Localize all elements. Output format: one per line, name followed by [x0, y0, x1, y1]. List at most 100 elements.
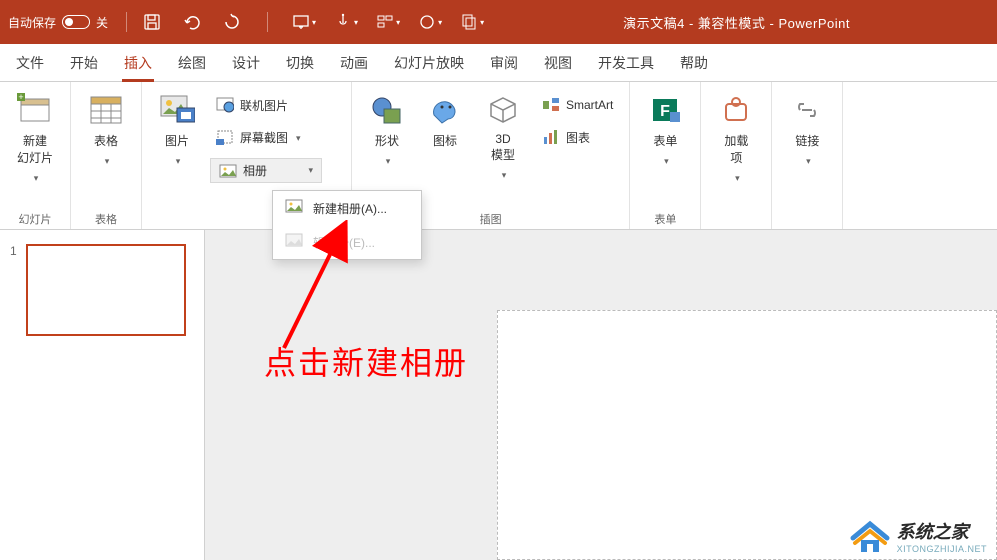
- screenshot-icon: [216, 128, 234, 146]
- qat-slideshow-button[interactable]: ▾: [292, 13, 316, 31]
- new-album-label: 新建相册(A)...: [313, 200, 387, 217]
- caret-down-icon: [733, 170, 740, 184]
- autosave-label: 自动保存: [8, 14, 56, 31]
- icons-button[interactable]: 图标: [420, 88, 470, 153]
- caret-down-icon: [500, 167, 507, 181]
- autosave-toggle[interactable]: 自动保存 关: [8, 14, 108, 31]
- tab-animations[interactable]: 动画: [338, 45, 370, 81]
- group-label: 表单: [640, 207, 690, 227]
- addins-icon: [718, 92, 754, 128]
- caret-down-icon: ▾: [438, 18, 442, 27]
- tab-slideshow[interactable]: 幻灯片放映: [392, 45, 466, 81]
- table-icon: [88, 92, 124, 128]
- form-icon: F: [647, 92, 683, 128]
- caret-down-icon: [804, 153, 811, 167]
- album-icon: [219, 164, 237, 178]
- tab-review[interactable]: 审阅: [488, 45, 520, 81]
- workspace: 1: [0, 230, 997, 560]
- ribbon: + 新建 幻灯片 幻灯片 表格 表格 图片: [0, 82, 997, 230]
- watermark-title: 系统之家: [897, 518, 987, 544]
- group-links: 链接: [772, 82, 843, 229]
- tab-insert[interactable]: 插入: [122, 45, 154, 81]
- caret-down-icon: [174, 153, 181, 167]
- window-title: 演示文稿4 - 兼容性模式 - PowerPoint: [484, 13, 989, 32]
- caret-down-icon: [32, 170, 39, 184]
- slide-thumbnail-row[interactable]: 1: [10, 244, 194, 336]
- tab-developer[interactable]: 开发工具: [596, 45, 656, 81]
- qat-layout-button[interactable]: ▾: [376, 13, 400, 31]
- caret-down-icon: [384, 153, 391, 167]
- icons-label: 图标: [433, 132, 457, 149]
- screenshot-label: 屏幕截图: [240, 129, 288, 146]
- link-button[interactable]: 链接: [782, 88, 832, 171]
- tab-design[interactable]: 设计: [230, 45, 262, 81]
- caret-down-icon: ▾: [396, 18, 400, 27]
- tab-transitions[interactable]: 切换: [284, 45, 316, 81]
- save-button[interactable]: [141, 11, 163, 33]
- online-pictures-label: 联机图片: [240, 97, 288, 114]
- 3d-models-button[interactable]: 3D 模型: [478, 88, 528, 185]
- tab-home[interactable]: 开始: [68, 45, 100, 81]
- group-forms: F 表单 表单: [630, 82, 701, 229]
- caret-down-icon: ▾: [354, 18, 358, 27]
- 3d-models-label: 3D 模型: [491, 132, 515, 163]
- svg-text:F: F: [660, 103, 670, 120]
- separator: [126, 12, 127, 32]
- form-button[interactable]: F 表单: [640, 88, 690, 171]
- group-addins: 加载 项: [701, 82, 772, 229]
- slide-thumbnail[interactable]: [26, 244, 186, 336]
- cube-icon: [485, 92, 521, 128]
- title-bar: 自动保存 关 ▾ ▾ ▾ ▾ ▾: [0, 0, 997, 44]
- new-slide-icon: +: [17, 92, 53, 128]
- group-label: [711, 207, 761, 227]
- chart-label: 图表: [566, 129, 590, 146]
- picture-label: 图片: [165, 132, 189, 149]
- watermark-url: XITONGZHIJIA.NET: [897, 544, 987, 554]
- chart-button[interactable]: 图表: [536, 124, 619, 150]
- link-icon: [789, 92, 825, 128]
- chart-icon: [542, 128, 560, 146]
- smartart-label: SmartArt: [566, 98, 613, 112]
- addins-label: 加载 项: [724, 132, 748, 166]
- table-button[interactable]: 表格: [81, 88, 131, 171]
- online-pictures-button[interactable]: 联机图片: [210, 92, 322, 118]
- smartart-icon: [542, 96, 560, 114]
- link-label: 链接: [795, 132, 819, 149]
- group-slides: + 新建 幻灯片 幻灯片: [0, 82, 71, 229]
- caret-down-icon: ▾: [312, 18, 316, 27]
- redo-button[interactable]: [221, 11, 243, 33]
- annotation-text: 点击新建相册: [264, 338, 468, 384]
- smartart-button[interactable]: SmartArt: [536, 92, 619, 118]
- quick-access-toolbar: ▾ ▾ ▾ ▾ ▾: [141, 11, 484, 33]
- picture-button[interactable]: 图片: [152, 88, 202, 171]
- addins-button[interactable]: 加载 项: [711, 88, 761, 188]
- screenshot-button[interactable]: 屏幕截图: [210, 124, 322, 150]
- house-icon: [849, 518, 891, 554]
- new-slide-button[interactable]: + 新建 幻灯片: [10, 88, 60, 188]
- qat-shape-button[interactable]: ▾: [418, 13, 442, 31]
- tab-file[interactable]: 文件: [14, 45, 46, 81]
- autosave-state: 关: [96, 14, 108, 31]
- separator: [267, 12, 268, 32]
- watermark: 系统之家 XITONGZHIJIA.NET: [849, 518, 987, 554]
- photo-album-button[interactable]: 相册 ▾: [210, 158, 322, 183]
- qat-paste-button[interactable]: ▾: [460, 13, 484, 31]
- table-label: 表格: [94, 132, 118, 149]
- shapes-icon: [369, 92, 405, 128]
- tab-view[interactable]: 视图: [542, 45, 574, 81]
- group-label: [782, 207, 832, 227]
- tab-draw[interactable]: 绘图: [176, 45, 208, 81]
- shapes-label: 形状: [375, 132, 399, 149]
- caret-down-icon: [103, 153, 110, 167]
- toggle-switch-icon: [62, 15, 90, 29]
- ribbon-tabstrip: 文件 开始 插入 绘图 设计 切换 动画 幻灯片放映 审阅 视图 开发工具 帮助: [0, 44, 997, 82]
- online-pictures-icon: [216, 96, 234, 114]
- undo-button[interactable]: [181, 11, 203, 33]
- qat-touch-button[interactable]: ▾: [334, 13, 358, 31]
- form-label: 表单: [653, 132, 677, 149]
- tab-help[interactable]: 帮助: [678, 45, 710, 81]
- shapes-button[interactable]: 形状: [362, 88, 412, 171]
- slide-panel[interactable]: 1: [0, 230, 205, 560]
- group-label: 幻灯片: [10, 207, 60, 227]
- group-label: 表格: [81, 207, 131, 227]
